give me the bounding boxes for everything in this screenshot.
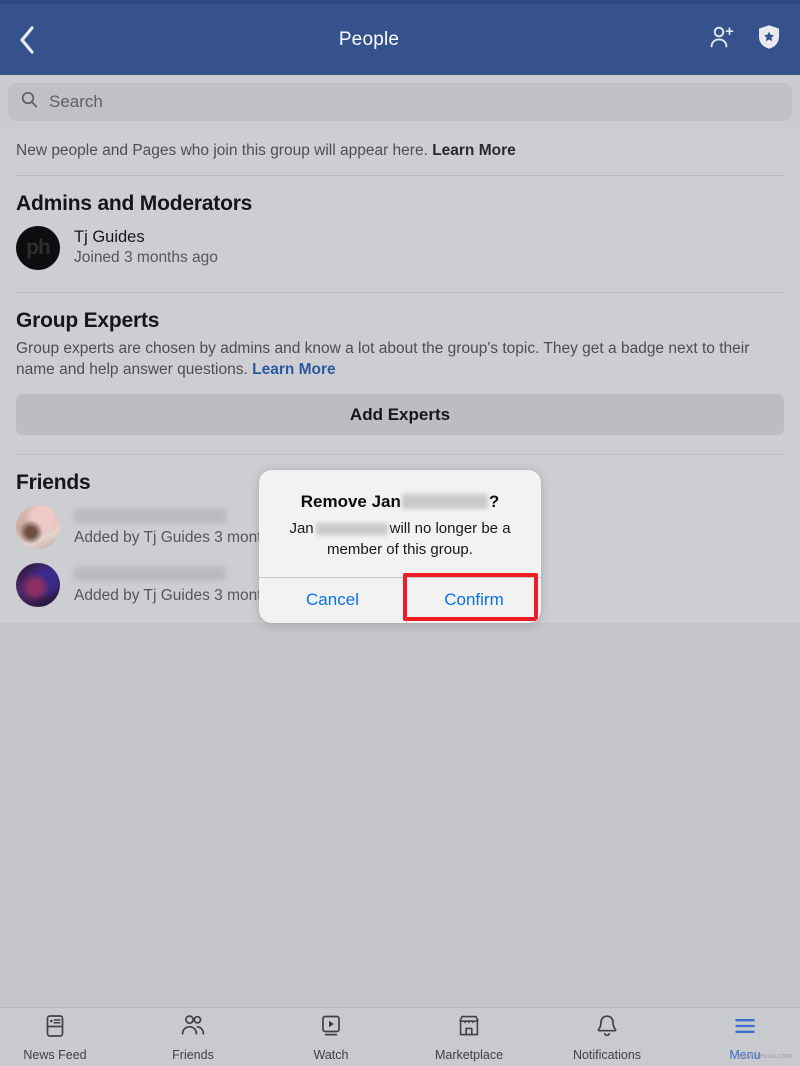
empty-area — [0, 623, 800, 1007]
redacted-name — [401, 494, 488, 510]
add-person-icon[interactable] — [708, 23, 736, 56]
app-header: People — [0, 4, 800, 75]
person-name: Tj Guides — [74, 227, 145, 246]
menu-icon — [732, 1013, 758, 1044]
dialog-title: Remove Jan? — [277, 491, 523, 512]
nav-label: Notifications — [572, 1047, 642, 1062]
banner-learn-more-link[interactable]: Learn More — [432, 142, 516, 159]
dialog-message-mid: will no longer be a — [389, 520, 511, 538]
dialog-actions: Cancel Confirm — [259, 572, 541, 623]
friends-icon — [179, 1013, 207, 1044]
nav-label: Marketplace — [434, 1047, 504, 1062]
dialog-title-prefix: Remove Jan — [300, 492, 401, 511]
redacted-name — [315, 523, 388, 536]
person-subtitle: Added by Tj Guides 3 months — [74, 586, 278, 604]
admins-section-title: Admins and Moderators — [16, 192, 253, 216]
friend-photo-avatar-1 — [16, 505, 60, 550]
nav-item-friends[interactable]: Friends — [147, 1013, 239, 1062]
chevron-left-icon — [18, 25, 36, 55]
experts-section-title: Group Experts — [16, 309, 160, 333]
person-name-redacted — [74, 508, 226, 523]
bottom-navigation: News Feed Friends Watch Marketplace Noti… — [0, 1007, 800, 1066]
confirm-button[interactable]: Confirm — [406, 577, 541, 623]
marketplace-icon — [456, 1013, 482, 1044]
remove-member-dialog: Remove Jan? Jan will no longer be a membe… — [259, 470, 541, 623]
nav-item-news-feed[interactable]: News Feed — [9, 1013, 101, 1062]
dialog-message-line-1: Jan will no longer be a — [277, 519, 523, 539]
person-subtitle: Added by Tj Guides 3 months — [74, 528, 278, 546]
friend-photo-avatar-2 — [16, 563, 60, 608]
experts-description-text: Group experts are chosen by admins and k… — [16, 340, 750, 378]
nav-label: Friends — [172, 1047, 214, 1062]
banner-text: New people and Pages who join this group… — [16, 142, 433, 159]
experts-learn-more-link[interactable]: Learn More — [252, 361, 336, 378]
search-input[interactable]: Search — [8, 82, 792, 121]
dialog-message: Jan will no longer be a member of this gr… — [277, 519, 523, 560]
nav-label: Watch — [313, 1047, 349, 1062]
news-feed-icon — [42, 1013, 68, 1044]
nav-label: News Feed — [23, 1047, 87, 1062]
dialog-body: Remove Jan? Jan will no longer be a membe… — [259, 470, 541, 577]
search-bar-container: Search — [0, 75, 800, 128]
nav-item-marketplace[interactable]: Marketplace — [423, 1013, 515, 1062]
dialog-message-line-2: member of this group. — [327, 540, 473, 558]
search-placeholder: Search — [49, 91, 103, 111]
back-button[interactable] — [18, 20, 52, 60]
person-meta: Tj Guides Joined 3 months ago — [74, 227, 218, 269]
dialog-message-prefix: Jan — [289, 520, 314, 538]
cancel-button[interactable]: Cancel — [259, 578, 406, 623]
person-meta: Added by Tj Guides 3 months — [74, 506, 278, 549]
watermark: www.tiexuu.com — [737, 1053, 792, 1060]
person-subtitle: Joined 3 months ago — [74, 249, 218, 267]
shield-star-icon[interactable] — [756, 23, 782, 56]
notifications-icon — [594, 1013, 620, 1044]
person-name-redacted — [74, 566, 226, 581]
list-item[interactable]: Tj Guides Joined 3 months ago — [0, 220, 800, 278]
confirm-button-wrapper: Confirm — [403, 572, 541, 623]
header-actions — [686, 23, 782, 56]
add-experts-button[interactable]: Add Experts — [16, 394, 784, 436]
nav-item-watch[interactable]: Watch — [285, 1013, 377, 1062]
new-members-banner: New people and Pages who join this group… — [0, 128, 800, 175]
dialog-title-suffix: ? — [488, 492, 500, 511]
tj-guides-avatar — [16, 226, 60, 271]
page-title: People — [338, 28, 400, 50]
experts-description: Group experts are chosen by admins and k… — [0, 337, 800, 380]
watch-icon — [318, 1013, 344, 1044]
person-meta: Added by Tj Guides 3 months — [74, 564, 278, 607]
search-icon — [21, 91, 38, 113]
nav-item-notifications[interactable]: Notifications — [561, 1013, 653, 1062]
